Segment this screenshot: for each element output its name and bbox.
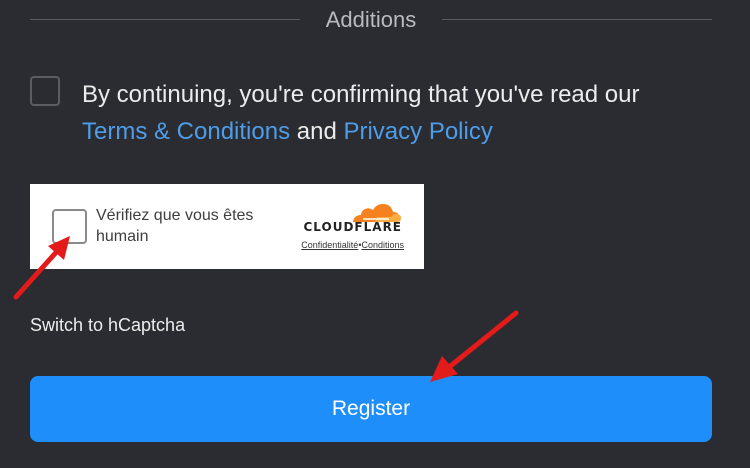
cloudflare-wordmark: CLOUDFLARE <box>303 220 402 234</box>
section-title: Additions <box>325 7 417 32</box>
turnstile-privacy-link[interactable]: Confidentialité <box>301 240 358 250</box>
privacy-policy-link[interactable]: Privacy Policy <box>343 118 492 145</box>
section-divider: Additions <box>0 0 750 40</box>
cloudflare-turnstile-widget: Vérifiez que vous êtes humain CLOUDFLARE… <box>30 184 424 269</box>
consent-joiner: and <box>296 118 337 145</box>
terms-conditions-link[interactable]: Terms & Conditions <box>82 118 290 145</box>
divider-line-right <box>442 19 712 20</box>
consent-text: By continuing, you're confirming that yo… <box>82 76 722 150</box>
consent-checkbox[interactable] <box>30 76 60 106</box>
switch-to-hcaptcha-link[interactable]: Switch to hCaptcha <box>30 313 185 337</box>
consent-text-before: By continuing, you're confirming that yo… <box>82 81 640 108</box>
turnstile-links: Confidentialité•Conditions <box>270 240 404 250</box>
verify-human-checkbox[interactable] <box>52 209 87 244</box>
divider-line-left <box>30 19 300 20</box>
turnstile-terms-link[interactable]: Conditions <box>361 240 404 250</box>
verify-human-label: Vérifiez que vous êtes humain <box>96 207 254 245</box>
register-button[interactable]: Register <box>30 376 712 442</box>
